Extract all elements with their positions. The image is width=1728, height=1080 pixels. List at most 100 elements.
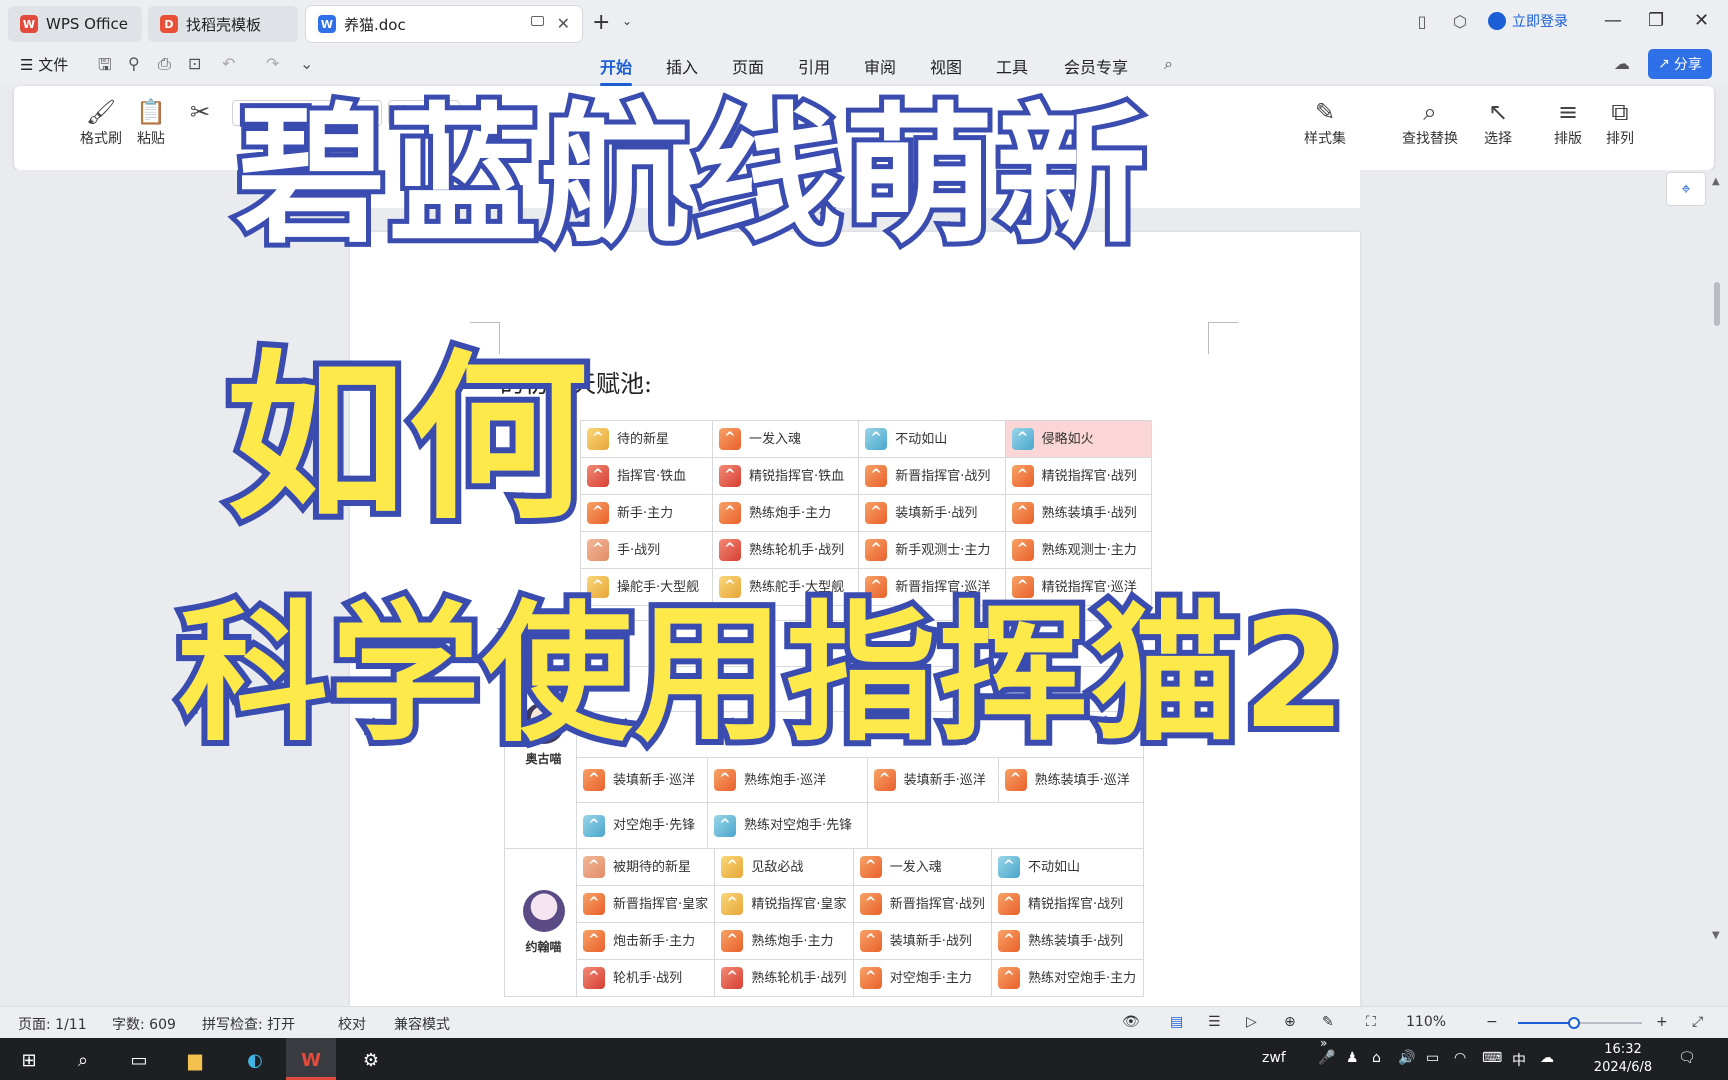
tab-view[interactable]: 视图 xyxy=(930,54,962,78)
new-tab-icon[interactable]: + xyxy=(592,10,610,35)
ime-indicator[interactable]: 中 xyxy=(1512,1050,1526,1070)
network-icon[interactable]: ⌂ xyxy=(1372,1050,1381,1066)
customize-chevron-icon[interactable]: ⌄ xyxy=(300,54,313,73)
file-explorer-icon[interactable]: ▆ xyxy=(180,1045,210,1075)
minimize-icon[interactable]: — xyxy=(1604,10,1622,31)
notifications-icon[interactable]: 🗨 xyxy=(1678,1050,1696,1066)
close-window-icon[interactable]: ✕ xyxy=(1694,10,1709,31)
paste-button[interactable]: 📋 粘贴 xyxy=(136,98,166,148)
onedrive-icon[interactable]: ☁ xyxy=(1540,1050,1554,1066)
redo-icon[interactable]: ↷ xyxy=(266,54,279,73)
tab-templates[interactable]: D 找稻壳模板 xyxy=(148,6,298,42)
search-icon[interactable]: ⌕ xyxy=(1164,54,1173,74)
system-clock[interactable]: 16:32 2024/6/8 xyxy=(1588,1041,1658,1077)
tab-home[interactable]: 开始 xyxy=(600,54,633,86)
select-button[interactable]: ↖ 选择 xyxy=(1484,98,1512,148)
typeset-icon: ≡ xyxy=(1557,98,1579,126)
arrange-button[interactable]: ⧉ 排列 xyxy=(1606,98,1634,148)
zoom-slider[interactable] xyxy=(1518,1022,1642,1024)
tab-insert[interactable]: 插入 xyxy=(666,54,698,78)
proofread-button[interactable]: 校对 xyxy=(338,1014,366,1034)
zoom-slider-knob[interactable] xyxy=(1567,1017,1580,1029)
table-cell: 对空炮手·主力 xyxy=(852,959,993,997)
tab-wps-office[interactable]: W WPS Office xyxy=(8,6,142,42)
page-view-icon[interactable]: ▤ xyxy=(1170,1014,1183,1030)
capture-app-icon[interactable]: ⚙ xyxy=(356,1045,386,1075)
zoom-level[interactable]: 110% xyxy=(1406,1014,1446,1030)
save-icon[interactable]: 🖫 xyxy=(98,54,112,81)
task-view-icon[interactable]: ▭ xyxy=(124,1045,154,1075)
cube-icon[interactable]: ⬡ xyxy=(1450,12,1470,32)
panel-toggle-icon[interactable]: ▯ xyxy=(1412,12,1432,32)
table-cell xyxy=(866,802,1145,849)
zoom-out-icon[interactable]: − xyxy=(1486,1014,1498,1030)
eye-icon[interactable]: 👁 xyxy=(1122,1014,1140,1030)
format-painter-button[interactable]: 🖌 格式刷 xyxy=(80,98,122,148)
vertical-scrollbar[interactable] xyxy=(1714,282,1720,326)
volume-icon[interactable]: 🔊 xyxy=(1398,1050,1415,1066)
typeset-button[interactable]: ≡ 排版 xyxy=(1554,98,1582,148)
tray-app-icon[interactable]: ♟ xyxy=(1346,1050,1359,1066)
skill-icon xyxy=(998,930,1021,953)
windows-start-icon[interactable]: ⊞ xyxy=(14,1045,44,1075)
login-button[interactable]: 立即登录 xyxy=(1488,11,1568,31)
print-preview-icon[interactable]: ⊡ xyxy=(188,54,201,73)
location-pin-icon[interactable]: ⌖ xyxy=(1666,172,1706,206)
share-button[interactable]: ↗ 分享 xyxy=(1648,49,1712,79)
edge-browser-icon[interactable]: ◐ xyxy=(240,1045,270,1075)
play-icon[interactable]: ▷ xyxy=(1246,1014,1257,1030)
crop-mark xyxy=(1208,322,1238,354)
tab-page[interactable]: 页面 xyxy=(732,54,764,78)
user-label: zwf xyxy=(1262,1050,1286,1066)
skill-icon xyxy=(1011,502,1034,525)
cut-icon[interactable]: ✂ xyxy=(190,98,210,128)
tab-document[interactable]: W 养猫.doc ✕ xyxy=(306,6,582,42)
fullscreen-icon[interactable]: ⤢ xyxy=(1692,1014,1703,1030)
windows-taskbar: ⊞ ⌕ ▭ ▆ ◐ W ⚙ zwf 🎤 ♟ » ⌂ 🔊 ▭ ◠ ⌨ 中 ☁ 16… xyxy=(0,1036,1728,1080)
tab-references[interactable]: 引用 xyxy=(798,54,830,78)
export-pdf-icon[interactable]: ⚲ xyxy=(128,54,140,73)
pen-icon[interactable]: ✎ xyxy=(1322,1014,1334,1030)
zoom-in-icon[interactable]: + xyxy=(1656,1014,1668,1030)
wifi-icon[interactable]: ◠ xyxy=(1454,1050,1466,1066)
web-view-icon[interactable]: ⊕ xyxy=(1284,1014,1296,1030)
skill-icon xyxy=(714,769,737,792)
wps-logo-icon: W xyxy=(20,15,38,33)
scroll-up-icon[interactable]: ▲ xyxy=(1712,176,1720,187)
find-replace-button[interactable]: ⌕ 查找替换 xyxy=(1402,98,1458,148)
spell-check-toggle[interactable]: 拼写检查: 打开 xyxy=(202,1014,295,1034)
outline-view-icon[interactable]: ☰ xyxy=(1208,1014,1221,1030)
float-window-icon[interactable] xyxy=(531,16,544,26)
keyboard-icon[interactable]: ⌨ xyxy=(1482,1050,1502,1066)
chevron-down-icon[interactable]: ⌄ xyxy=(622,14,632,28)
skill-icon xyxy=(583,930,605,953)
show-hidden-icons[interactable]: » xyxy=(1320,1036,1327,1050)
skill-icon xyxy=(718,428,741,451)
tab-member[interactable]: 会员专享 xyxy=(1064,54,1128,78)
tab-review[interactable]: 审阅 xyxy=(864,54,896,78)
share-label: 分享 xyxy=(1673,57,1702,73)
fit-page-icon[interactable]: ⛶ xyxy=(1366,1014,1376,1030)
wps-taskbar-icon[interactable]: W xyxy=(296,1045,326,1075)
search-icon[interactable]: ⌕ xyxy=(68,1045,98,1075)
table-cell: 被期待的新星 xyxy=(575,848,716,886)
close-tab-icon[interactable]: ✕ xyxy=(557,14,570,33)
tab-tools[interactable]: 工具 xyxy=(996,54,1028,78)
scroll-down-icon[interactable]: ▼ xyxy=(1712,930,1720,941)
skill-icon xyxy=(859,967,882,990)
page-indicator[interactable]: 页面: 1/11 xyxy=(18,1014,87,1034)
battery-icon[interactable]: ▭ xyxy=(1426,1050,1439,1066)
skill-icon xyxy=(721,856,744,879)
styles-button[interactable]: ✎ 样式集 xyxy=(1304,98,1346,148)
tab-label: 找稻壳模板 xyxy=(186,15,262,34)
print-icon[interactable]: ⎙ xyxy=(158,54,171,74)
undo-icon[interactable]: ↶ xyxy=(222,54,235,73)
restore-icon[interactable]: ❐ xyxy=(1648,10,1664,31)
cloud-icon[interactable]: ☁ xyxy=(1614,54,1630,73)
file-menu[interactable]: ☰ 文件 xyxy=(20,54,68,75)
mic-icon[interactable]: 🎤 xyxy=(1318,1050,1335,1066)
word-count[interactable]: 字数: 609 xyxy=(112,1014,176,1034)
cursor-icon: ↖ xyxy=(1487,98,1509,126)
table-row: 新手·主力 熟练炮手·主力 装填新手·战列 熟练装填手·战列 xyxy=(580,494,1153,532)
table-cell: 熟练装填手·巡洋 xyxy=(997,756,1145,804)
